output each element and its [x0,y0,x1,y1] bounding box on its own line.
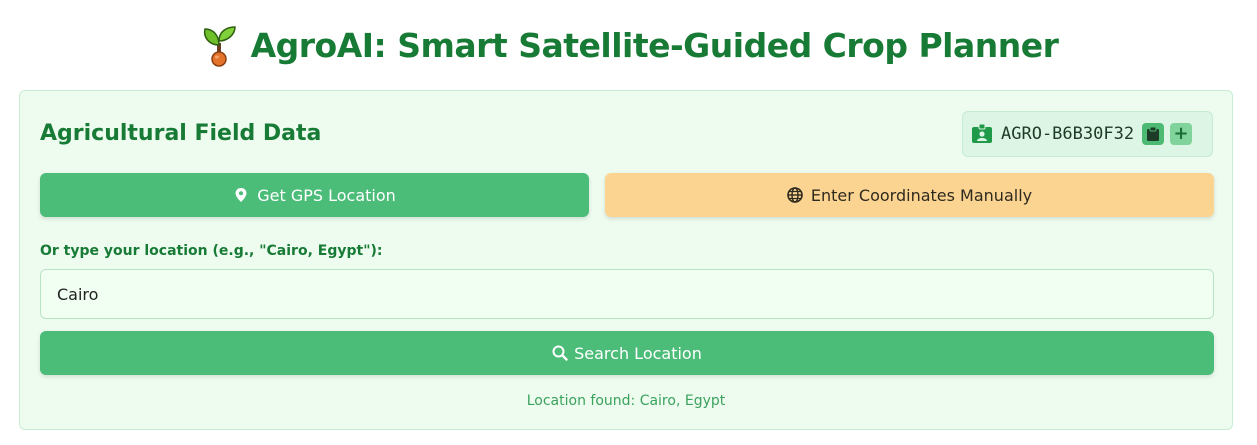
location-input[interactable] [40,269,1214,319]
location-input-label: Or type your location (e.g., "Cairo, Egy… [40,243,383,259]
get-gps-location-label: Get GPS Location [257,185,396,205]
plus-icon: + [1173,123,1189,144]
field-id-badge: AGRO-B6B30F32 + [962,111,1213,157]
location-actions: Get GPS Location Enter Coordinates Manua… [40,173,1214,217]
copy-id-button[interactable] [1142,123,1165,145]
map-pin-icon [233,187,249,203]
search-location-label: Search Location [574,343,702,363]
location-status-text: Location found: Cairo, Egypt [526,393,726,409]
search-location-button[interactable]: Search Location [40,331,1214,375]
app-title: AgroAI: Smart Satellite-Guided Crop Plan… [250,25,1059,65]
globe-icon [787,187,803,203]
enter-coordinates-button[interactable]: Enter Coordinates Manually [605,173,1214,217]
field-id-text: AGRO-B6B30F32 [1001,124,1135,144]
enter-coordinates-label: Enter Coordinates Manually [810,185,1033,205]
add-id-button[interactable]: + [1170,123,1193,145]
app-header: AgroAI: Smart Satellite-Guided Crop Plan… [0,18,1257,72]
page: AgroAI: Smart Satellite-Guided Crop Plan… [0,0,1257,445]
seedling-icon [199,23,241,67]
get-gps-location-button[interactable]: Get GPS Location [40,173,589,217]
card-title: Agricultural Field Data [40,121,322,146]
search-icon [552,345,568,361]
clipboard-icon [1147,126,1160,141]
field-data-card: Agricultural Field Data AGRO-B6B30F32 + [19,90,1233,430]
id-card-icon [971,123,993,145]
